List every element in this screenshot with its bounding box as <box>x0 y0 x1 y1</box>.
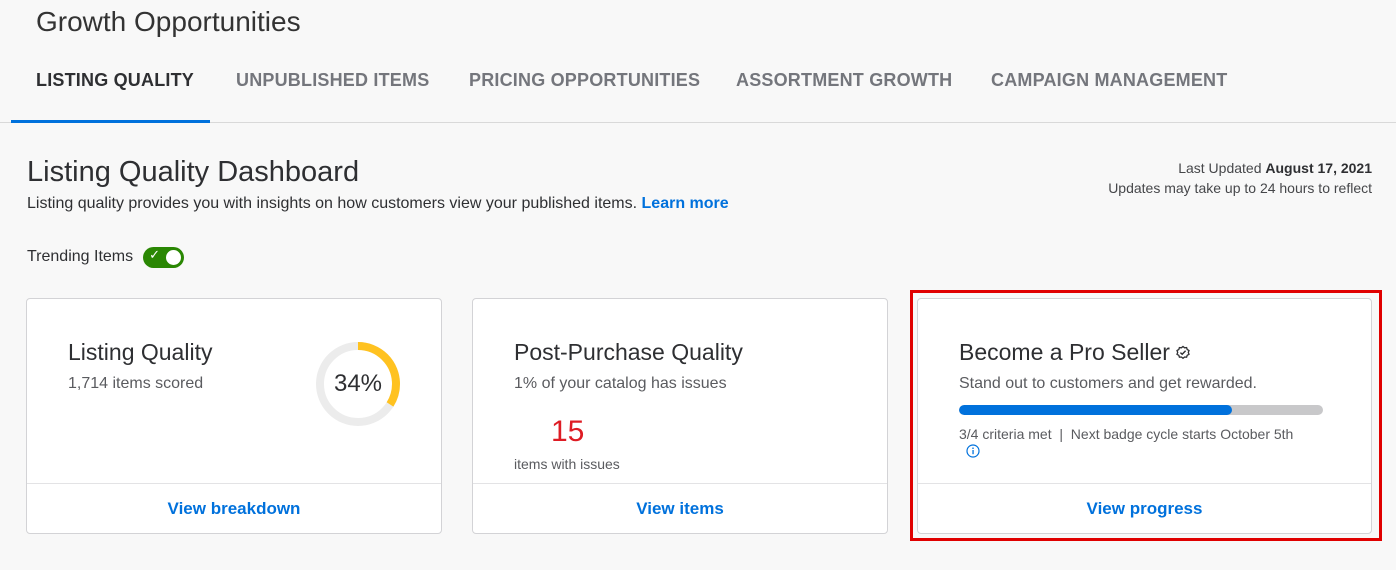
pro-seller-progress-bar <box>959 405 1323 415</box>
criteria-met: 3/4 criteria met <box>959 426 1052 442</box>
issues-count-label: items with issues <box>514 456 620 472</box>
criteria-status: 3/4 criteria met | Next badge cycle star… <box>959 425 1319 443</box>
tab-campaign-management[interactable]: CAMPAIGN MANAGEMENT <box>991 70 1227 122</box>
card-footer: View breakdown <box>27 483 441 533</box>
update-note: Updates may take up to 24 hours to refle… <box>1108 180 1372 196</box>
listing-quality-title: Listing Quality <box>68 339 213 365</box>
issues-count: 15 <box>551 415 585 448</box>
trending-items-toggle[interactable]: ✓ <box>143 246 185 268</box>
info-icon[interactable] <box>966 444 980 458</box>
description-text: Listing quality provides you with insigh… <box>27 195 638 212</box>
items-scored: 1,714 items scored <box>68 375 204 392</box>
view-breakdown-link[interactable]: View breakdown <box>168 499 301 519</box>
listing-quality-card: Listing Quality 1,714 items scored 34% V… <box>26 298 442 534</box>
view-progress-link[interactable]: View progress <box>1087 499 1203 519</box>
trending-items-row: Trending Items ✓ <box>27 246 185 268</box>
dashboard-description: Listing quality provides you with insigh… <box>27 195 729 213</box>
pro-seller-badge-icon <box>1176 345 1190 359</box>
last-updated-date: August 17, 2021 <box>1265 160 1372 176</box>
tab-assortment-growth[interactable]: ASSORTMENT GROWTH <box>736 70 952 122</box>
check-icon: ✓ <box>149 247 161 263</box>
learn-more-link[interactable]: Learn more <box>642 195 729 212</box>
last-updated: Last Updated August 17, 2021 Updates may… <box>1108 158 1372 198</box>
pro-seller-card: Become a Pro Seller Stand out to custome… <box>917 298 1372 534</box>
tab-pricing-opportunities[interactable]: PRICING OPPORTUNITIES <box>469 70 700 122</box>
separator: | <box>1055 426 1067 442</box>
pro-seller-title-row: Become a Pro Seller <box>959 339 1191 366</box>
pro-seller-subtitle: Stand out to customers and get rewarded. <box>959 375 1257 392</box>
tab-unpublished-items[interactable]: UNPUBLISHED ITEMS <box>236 70 429 122</box>
tab-bar: LISTING QUALITY UNPUBLISHED ITEMS PRICIN… <box>0 60 1396 123</box>
post-purchase-title: Post-Purchase Quality <box>514 339 743 365</box>
trending-items-label: Trending Items <box>27 248 134 265</box>
post-purchase-card: Post-Purchase Quality 1% of your catalog… <box>472 298 888 534</box>
quality-score-value: 34% <box>333 370 383 397</box>
page-title: Growth Opportunities <box>36 6 301 37</box>
tab-listing-quality[interactable]: LISTING QUALITY <box>36 70 194 122</box>
next-badge-cycle: Next badge cycle starts October 5th <box>1070 426 1294 442</box>
active-tab-indicator <box>11 120 210 123</box>
catalog-issues-text: 1% of your catalog has issues <box>514 375 727 392</box>
card-footer: View items <box>473 483 887 533</box>
dashboard-title: Listing Quality Dashboard <box>27 156 360 188</box>
pro-seller-title: Become a Pro Seller <box>959 339 1170 365</box>
toggle-knob <box>166 249 182 265</box>
progress-fill <box>959 405 1232 415</box>
last-updated-line: Last Updated August 17, 2021 <box>1108 158 1372 178</box>
last-updated-label: Last Updated <box>1178 160 1262 176</box>
view-items-link[interactable]: View items <box>636 499 724 519</box>
card-footer: View progress <box>918 483 1371 533</box>
